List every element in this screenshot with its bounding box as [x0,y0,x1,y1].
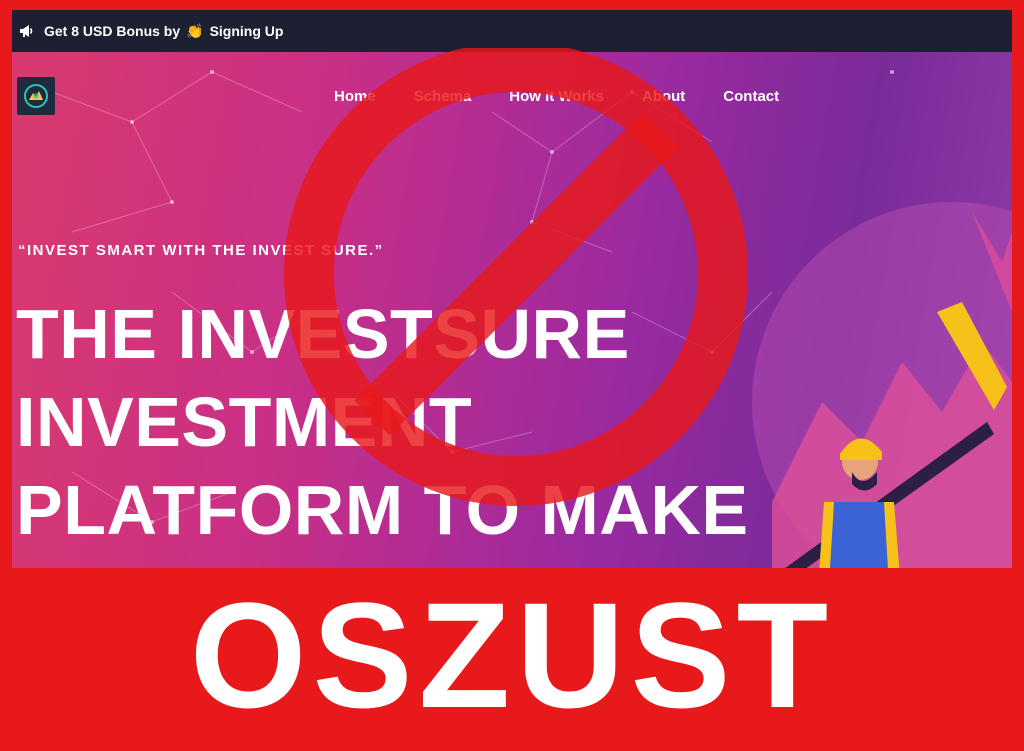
headline-line: MONEY ONLINE [16,554,776,568]
megaphone-icon [18,22,36,40]
site-logo[interactable] [17,77,55,115]
scam-warning-label: OSZUST [189,571,835,739]
miner-illustration [752,202,1012,568]
prohibition-sign-icon [284,48,748,506]
announcement-text: Get 8 USD Bonus by [44,23,181,39]
signup-link[interactable]: Signing Up [210,23,284,39]
announcement-bar: Get 8 USD Bonus by 👏 Signing Up [12,10,1012,52]
logo-emblem-icon [24,84,48,108]
clapping-hands-emoji: 👏 [186,22,204,39]
